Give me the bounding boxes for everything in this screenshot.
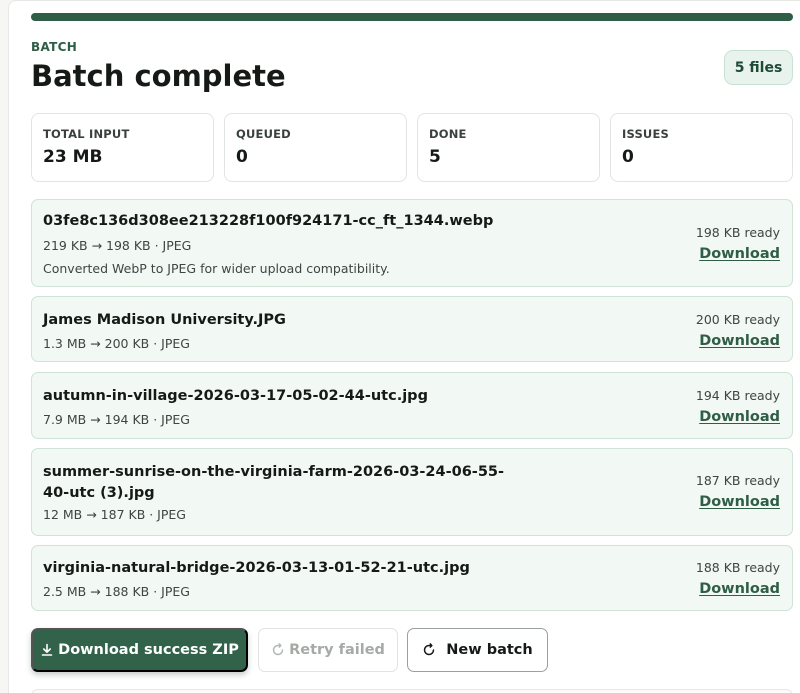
file-download-link[interactable]: Download <box>699 494 780 510</box>
file-meta: 219 KB → 198 KB · JPEG <box>43 238 192 253</box>
file-status: 188 KB ready <box>695 560 780 575</box>
retry-failed-button[interactable]: Retry failed <box>258 628 398 672</box>
file-status: 200 KB ready <box>695 312 780 327</box>
stat-card-queued: QUEUED 0 <box>224 113 407 182</box>
stat-value: 23 MB <box>43 147 103 167</box>
stat-label: TOTAL INPUT <box>43 127 130 141</box>
file-status: 187 KB ready <box>695 473 780 488</box>
refresh-icon <box>424 643 435 656</box>
file-meta: 12 MB → 187 KB · JPEG <box>43 507 186 522</box>
stat-value: 0 <box>236 147 248 167</box>
stat-value: 5 <box>429 147 441 167</box>
stat-label: QUEUED <box>236 127 291 141</box>
file-name: James Madison University.JPG <box>43 312 286 328</box>
section-eyebrow: BATCH <box>31 40 78 54</box>
page-title: Batch complete <box>31 59 286 93</box>
file-meta: 7.9 MB → 194 KB · JPEG <box>43 412 190 427</box>
batch-panel: BATCH Batch complete 5 files TOTAL INPUT… <box>8 0 800 693</box>
stat-label: DONE <box>429 127 467 141</box>
new-batch-label: New batch <box>446 642 533 658</box>
file-download-link[interactable]: Download <box>699 333 780 349</box>
stat-card-done: DONE 5 <box>417 113 600 182</box>
file-name: virginia-natural-bridge-2026-03-13-01-52… <box>43 560 470 576</box>
retry-failed-label: Retry failed <box>289 642 385 658</box>
file-note: Converted WebP to JPEG for wider upload … <box>43 261 390 276</box>
stat-card-total-input: TOTAL INPUT 23 MB <box>31 113 214 182</box>
file-row: 03fe8c136d308ee213228f100f924171-cc_ft_1… <box>31 199 793 287</box>
file-meta: 2.5 MB → 188 KB · JPEG <box>43 584 190 599</box>
stat-card-issues: ISSUES 0 <box>610 113 793 182</box>
file-name: 03fe8c136d308ee213228f100f924171-cc_ft_1… <box>43 213 494 229</box>
retry-icon <box>272 643 284 656</box>
file-row: autumn-in-village-2026-03-17-05-02-44-ut… <box>31 372 793 439</box>
file-download-link[interactable]: Download <box>699 246 780 262</box>
file-row: summer-sunrise-on-the-virginia-farm-2026… <box>31 448 793 536</box>
file-name: summer-sunrise-on-the-virginia-farm-2026… <box>43 464 505 501</box>
file-meta: 1.3 MB → 200 KB · JPEG <box>43 336 190 351</box>
file-download-link[interactable]: Download <box>699 581 780 597</box>
download-success-zip-button[interactable]: Download success ZIP <box>31 628 248 672</box>
file-download-link[interactable]: Download <box>699 409 780 425</box>
stat-value: 0 <box>622 147 634 167</box>
batch-progress-bar <box>31 13 793 21</box>
new-batch-button[interactable]: New batch <box>407 628 548 672</box>
download-success-zip-label: Download success ZIP <box>58 642 239 658</box>
file-name: autumn-in-village-2026-03-17-05-02-44-ut… <box>43 388 428 404</box>
file-status: 198 KB ready <box>695 225 780 240</box>
stat-label: ISSUES <box>622 127 670 141</box>
file-row: virginia-natural-bridge-2026-03-13-01-52… <box>31 545 793 611</box>
file-status: 194 KB ready <box>695 388 780 403</box>
file-count-badge: 5 files <box>724 50 793 85</box>
next-section-edge <box>31 689 793 693</box>
file-row: James Madison University.JPG 1.3 MB → 20… <box>31 296 793 362</box>
download-icon <box>41 643 53 656</box>
